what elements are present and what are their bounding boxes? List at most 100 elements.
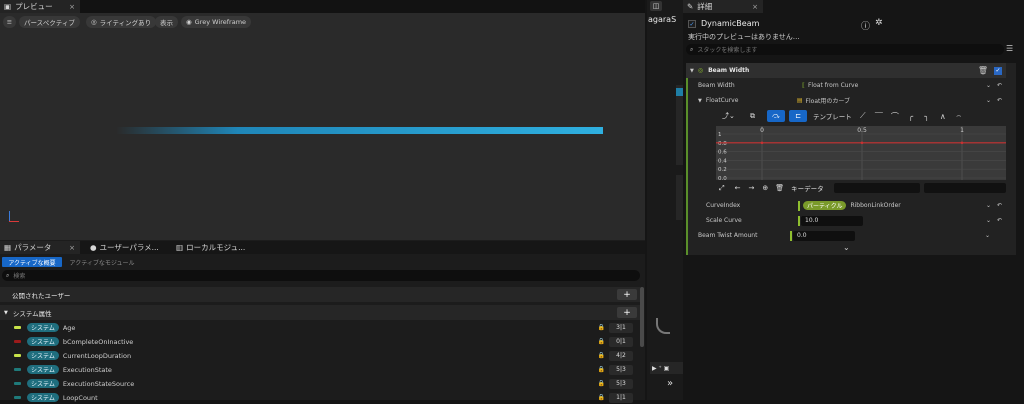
- template-flat-icon[interactable]: ⎺: [874, 111, 884, 121]
- curve-key-point[interactable]: [960, 141, 964, 145]
- graph-tab-icon[interactable]: ◫: [650, 1, 662, 11]
- reset-icon[interactable]: ↶: [997, 217, 1002, 224]
- chevron-down-icon[interactable]: ⌄: [986, 202, 991, 209]
- lock-icon: 🔒: [597, 338, 605, 345]
- graph-toolbar[interactable]: ▶ ⁺ ▣: [650, 362, 683, 374]
- template-ease-in-icon[interactable]: ╭: [906, 112, 916, 121]
- reset-icon[interactable]: ↶: [997, 82, 1002, 89]
- beam-twist-row[interactable]: Beam Twist Amount 0.0 ⌄: [686, 228, 1006, 243]
- graph-title: agaraS: [648, 15, 677, 24]
- key-value-field[interactable]: [923, 183, 1006, 193]
- wireframe-icon: ◉: [186, 18, 192, 26]
- add-key-icon[interactable]: ⊕: [762, 184, 768, 192]
- reset-icon[interactable]: ↶: [997, 97, 1002, 104]
- chevron-down-icon[interactable]: ⌄: [986, 97, 991, 104]
- add-system-attribute-button[interactable]: +: [617, 307, 637, 318]
- parameter-row[interactable]: システム Age 🔒 3|1: [0, 321, 645, 334]
- next-key-icon[interactable]: →: [748, 184, 754, 192]
- system-tag: システム: [27, 365, 59, 374]
- perspective-button[interactable]: パースペクティブ: [19, 16, 80, 28]
- delete-key-icon[interactable]: 🗑: [775, 184, 784, 192]
- curve-chart[interactable]: 0 0.5 1 1 0.8 0.6 0.4 0.2 0.0: [716, 126, 1006, 180]
- gear-icon[interactable]: ✲: [875, 18, 883, 28]
- curve-key-point[interactable]: [760, 141, 764, 145]
- type-swatch: [14, 354, 21, 357]
- lock-icon: 🔒: [597, 366, 605, 373]
- parameter-name: ExecutionStateSource: [62, 379, 135, 388]
- template-bell-icon[interactable]: ⌢: [954, 111, 964, 121]
- tab-local-modules[interactable]: ▥ ローカルモジュ...: [172, 241, 252, 254]
- chevron-down-icon[interactable]: ⌄: [986, 217, 991, 224]
- open-external-icon[interactable]: ⧉: [750, 112, 755, 121]
- beam-twist-input[interactable]: 0.0: [793, 230, 855, 241]
- curve-x-tick: 0.5: [857, 127, 867, 134]
- fit-button[interactable]: ⊏: [789, 110, 807, 122]
- tab-user-parameters[interactable]: ● ユーザーパラメ...: [86, 241, 166, 254]
- public-user-section[interactable]: 公開されたユーザー: [0, 287, 640, 302]
- lighting-button[interactable]: ◎ ライティングあり: [86, 16, 157, 28]
- parameter-name: ExecutionState: [62, 365, 112, 374]
- chevron-down-icon[interactable]: ⌄: [986, 82, 991, 89]
- chevron-down-icon[interactable]: ⌄: [843, 243, 850, 252]
- close-icon[interactable]: ×: [69, 244, 75, 252]
- module-icon: ▥: [176, 243, 184, 252]
- reset-icon[interactable]: ↶: [997, 202, 1002, 209]
- wireframe-button[interactable]: ◉ Grey Wireframe: [181, 16, 252, 28]
- tab-parameters[interactable]: ▦ パラメータ ×: [0, 241, 80, 254]
- curve-key-point[interactable]: [860, 141, 864, 145]
- snap-button[interactable]: ⤼: [767, 110, 785, 122]
- tab-preview[interactable]: ▣ プレビュー ×: [0, 0, 80, 13]
- menu-icon[interactable]: ≡: [3, 16, 16, 28]
- enable-checkbox[interactable]: ✓: [688, 20, 696, 28]
- template-ease-out-icon[interactable]: ╮: [922, 112, 932, 121]
- parameter-row[interactable]: システム LoopCount 🔒 1|1: [0, 391, 645, 404]
- lock-icon: 🔒: [597, 352, 605, 359]
- subtab-active-modules[interactable]: アクティブなモジュール: [64, 257, 140, 267]
- scale-curve-input[interactable]: 10.0: [801, 215, 863, 226]
- module-enable-checkbox[interactable]: ✓: [994, 66, 1002, 75]
- section-beam-width[interactable]: ▼ ◎ Beam Width 🗑 ✓: [686, 63, 1006, 78]
- parameter-row[interactable]: システム bCompleteOnInactive 🔒 0|1: [0, 335, 645, 348]
- key-time-field[interactable]: [833, 183, 920, 193]
- prev-key-icon[interactable]: ←: [735, 184, 741, 192]
- expand-icon: ▼: [690, 67, 694, 74]
- parameter-row[interactable]: システム CurrentLoopDuration 🔒 4|2: [0, 349, 645, 362]
- subtab-active-overview[interactable]: アクティブな概要: [2, 257, 62, 267]
- parameter-row[interactable]: システム ExecutionState 🔒 5|3: [0, 363, 645, 376]
- curve-index-row[interactable]: CurveIndex パーティクル RibbonLinkOrder ⌄ ↶: [686, 198, 1006, 213]
- tab-details[interactable]: ✎ 詳細 ×: [683, 0, 763, 13]
- template-linear-icon[interactable]: ⟋: [858, 111, 868, 121]
- template-label: テンプレート: [813, 113, 852, 121]
- curve-x-tick: 0: [760, 127, 764, 134]
- show-button[interactable]: 表示: [155, 16, 178, 28]
- system-attributes-section[interactable]: ▼ システム属性: [0, 305, 640, 320]
- filter-icon[interactable]: ☰: [1006, 44, 1013, 53]
- fit-view-icon[interactable]: ⤢: [719, 184, 725, 193]
- usage-count: 3|1: [609, 322, 633, 333]
- parameter-row[interactable]: システム ExecutionStateSource 🔒 5|3: [0, 377, 645, 390]
- curve-y-tick: 1: [718, 132, 722, 138]
- parameter-scrollbar[interactable]: [640, 287, 644, 347]
- graph-node-strip: [676, 85, 683, 165]
- module-icon: ◎: [697, 67, 704, 74]
- close-icon[interactable]: ×: [69, 3, 75, 11]
- template-peak-icon[interactable]: ∧: [938, 112, 948, 121]
- parameter-search-input[interactable]: ⌕ 検索: [2, 270, 640, 281]
- add-public-user-button[interactable]: +: [617, 289, 637, 300]
- curve-y-tick: 0.4: [718, 158, 727, 164]
- chevron-down-icon[interactable]: ⌄: [985, 232, 990, 239]
- curve-x-tick: 1: [960, 127, 964, 134]
- curve-dropdown[interactable]: ⤴⌄: [722, 111, 740, 121]
- lock-icon: 🔒: [597, 324, 605, 331]
- trash-icon[interactable]: 🗑: [978, 66, 988, 75]
- usage-count: 1|1: [609, 392, 633, 403]
- scale-curve-row[interactable]: Scale Curve 10.0 ⌄ ↶: [686, 213, 1006, 228]
- float-curve-row[interactable]: ▼ FloatCurve ▤ Float用のカーブ ⌄ ↶: [686, 93, 1006, 108]
- key-toolbar: ⤢ ← → ⊕ 🗑 キーデータ: [716, 182, 1006, 194]
- chevron-double-right-icon[interactable]: »: [667, 378, 673, 389]
- template-ease-icon[interactable]: ⌒: [890, 111, 900, 122]
- close-icon[interactable]: ×: [752, 3, 758, 11]
- stack-search-input[interactable]: ⌕ スタックを検索します: [686, 44, 1004, 55]
- info-icon[interactable]: ⓘ: [861, 19, 870, 32]
- beam-width-row[interactable]: Beam Width ⟦ Float from Curve ⌄ ↶: [686, 78, 1006, 93]
